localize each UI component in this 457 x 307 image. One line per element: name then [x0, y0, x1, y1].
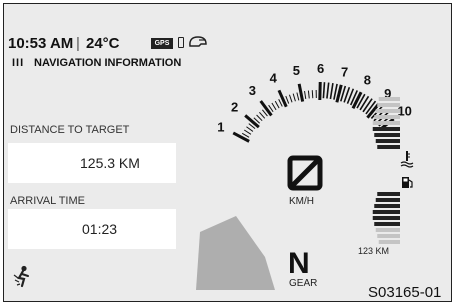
fuel-bar	[377, 234, 400, 238]
coolant-bar	[375, 139, 400, 143]
helmet-icon	[189, 36, 207, 47]
coolant-bar	[374, 115, 400, 119]
fuel-bar	[374, 204, 400, 208]
coolant-bar	[375, 109, 400, 113]
fuel-pump-icon	[402, 177, 413, 188]
tach-label: 1	[217, 119, 224, 134]
tach-minor-tick	[246, 126, 254, 132]
fuel-bar	[372, 216, 400, 220]
distance-label: DISTANCE TO TARGET	[10, 124, 130, 136]
tach-minor-tick	[292, 93, 296, 102]
tach-minor-tick	[362, 98, 373, 113]
gps-icon: GPS	[151, 38, 173, 49]
tach-label: 4	[270, 71, 278, 86]
tach-minor-tick	[359, 95, 370, 111]
fuel-gauge	[372, 192, 400, 244]
distance-value: 125.3 KM	[80, 155, 140, 171]
fuel-bar	[377, 192, 400, 196]
tach-ticks	[232, 81, 395, 143]
fuel-bar	[375, 198, 400, 202]
tach-minor-tick	[326, 82, 330, 99]
tach-label: 2	[231, 99, 238, 114]
coolant-bar	[378, 97, 400, 101]
coolant-temperature-icon	[400, 151, 414, 168]
speed-placeholder-icon	[287, 155, 323, 191]
tach-minor-tick	[278, 99, 283, 107]
reference-code: S03165-01	[368, 284, 442, 301]
dashboard-screen: 12345678910 10:53 AM | 24°C GPS	[0, 0, 457, 307]
tach-major-tick	[259, 100, 273, 117]
speed-unit: KM/H	[289, 196, 314, 207]
coolant-bar	[372, 127, 400, 131]
tach-label: 5	[293, 63, 300, 78]
tach-minor-tick	[271, 102, 277, 111]
tach-minor-tick	[296, 92, 300, 101]
tach-minor-tick	[259, 111, 266, 119]
tach-minor-tick	[274, 100, 280, 109]
tach-minor-tick	[307, 90, 310, 99]
fuel-bar	[378, 240, 400, 244]
gear-indicator: N	[288, 247, 310, 280]
coolant-bar	[377, 145, 400, 149]
clock: 10:53 AM	[8, 35, 74, 52]
tach-minor-tick	[243, 129, 252, 135]
arrival-label: ARRIVAL TIME	[10, 195, 85, 207]
tach-major-tick	[244, 114, 260, 129]
coolant-bar	[374, 133, 400, 137]
status-separator: |	[76, 35, 80, 52]
tach-minor-tick	[311, 90, 314, 99]
tach-minor-tick	[288, 94, 293, 103]
gear-label: GEAR	[289, 278, 318, 289]
fuel-bar	[375, 228, 400, 232]
page-title: NAVIGATION INFORMATION	[34, 57, 182, 69]
rider-icon	[13, 265, 29, 288]
ambient-temperature: 24°C	[86, 35, 120, 52]
phone-icon	[178, 37, 184, 48]
distance-panel: 125.3 KM	[8, 143, 176, 183]
tach-minor-tick	[256, 114, 263, 122]
coolant-bar	[377, 103, 400, 107]
tach-major-tick	[277, 89, 288, 108]
tach-minor-tick	[285, 95, 290, 104]
tach-minor-tick	[322, 82, 326, 99]
arrival-value: 01:23	[82, 221, 118, 237]
tach-label: 6	[317, 61, 324, 76]
fuel-bar	[374, 222, 400, 226]
coolant-bar	[372, 121, 400, 125]
fuel-range: 123 KM	[358, 246, 390, 256]
tach-major-tick	[232, 131, 250, 143]
tach-minor-tick	[304, 90, 307, 100]
tach-major-tick	[351, 91, 363, 109]
rpm-low-zone	[196, 216, 275, 290]
tach-minor-tick	[329, 83, 334, 100]
arrival-panel: 01:23	[8, 209, 176, 249]
tach-label: 7	[341, 64, 348, 79]
menu-icon[interactable]: III	[12, 57, 24, 69]
tach-label: 3	[249, 83, 256, 98]
tach-label: 8	[364, 73, 371, 88]
fuel-bar	[372, 210, 400, 214]
tach-major-tick	[297, 83, 305, 102]
